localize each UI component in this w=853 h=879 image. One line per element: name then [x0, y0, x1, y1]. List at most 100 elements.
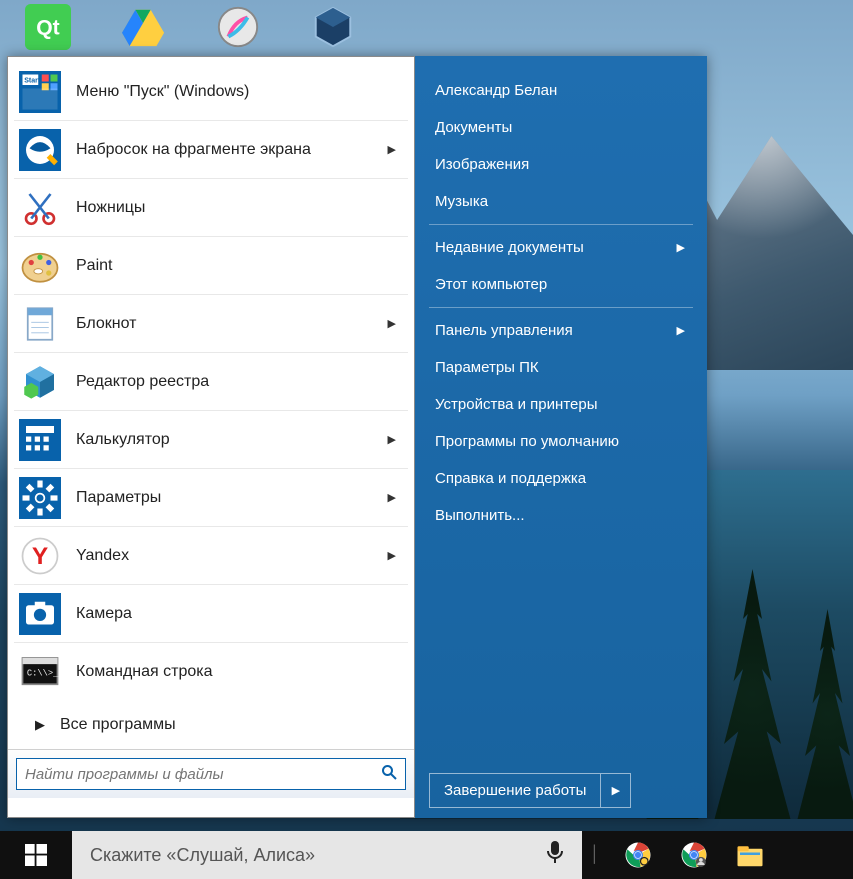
yandex-icon: Y [16, 532, 64, 580]
right-pane-item-label: Устройства и принтеры [435, 396, 597, 413]
svg-text:C:\\>_: C:\\>_ [27, 669, 59, 679]
taskbar-app-chrome[interactable] [618, 835, 658, 875]
sm-item-cmd[interactable]: C:\\>_ Командная строка [14, 643, 408, 701]
sm-item-yandex[interactable]: Y Yandex ▶ [14, 527, 408, 585]
desktop-icon-krita[interactable] [210, 0, 265, 50]
right-pane-item-label: Музыка [435, 193, 488, 210]
submenu-arrow-icon: ▶ [677, 324, 685, 337]
right-pane-item[interactable]: Программы по умолчанию [429, 423, 693, 460]
sm-item-notepad[interactable]: Блокнот ▶ [14, 295, 408, 353]
sm-item-regedit[interactable]: Редактор реестра [14, 353, 408, 411]
right-pane-item-label: Выполнить... [435, 507, 525, 524]
search-row [8, 749, 414, 798]
alice-placeholder: Скажите «Слушай, Алиса» [90, 845, 315, 866]
search-box[interactable] [16, 758, 406, 790]
alice-search-bar[interactable]: Скажите «Слушай, Алиса» [72, 831, 582, 879]
all-programs-label: Все программы [60, 716, 176, 734]
search-icon [381, 764, 397, 784]
right-pane-item[interactable]: Музыка [429, 183, 693, 220]
start-tile-icon: Start [16, 68, 64, 116]
right-pane-item-label: Панель управления [435, 322, 573, 339]
right-pane-item-label: Этот компьютер [435, 276, 547, 293]
right-pane-item-label: Справка и поддержка [435, 470, 586, 487]
sm-item-label: Командная строка [76, 663, 402, 681]
sm-item-label: Параметры [76, 489, 388, 507]
right-pane-item-label: Документы [435, 119, 512, 136]
sm-item-paint[interactable]: Paint [14, 237, 408, 295]
desktop-icons-row: Qt [0, 0, 853, 50]
submenu-arrow-icon: ▶ [388, 317, 396, 330]
right-pane-item-label: Изображения [435, 156, 529, 173]
right-pane-item[interactable]: Александр Белан [429, 72, 693, 109]
snip-sketch-icon [16, 126, 64, 174]
sm-item-label: Yandex [76, 547, 388, 565]
right-pane-item[interactable]: Недавние документы ▶ [429, 229, 693, 266]
sm-item-snipping-tool[interactable]: Ножницы [14, 179, 408, 237]
taskbar-app-explorer[interactable] [730, 835, 770, 875]
shutdown-label: Завершение работы [444, 782, 586, 799]
shutdown-button[interactable]: Завершение работы [429, 773, 601, 808]
start-menu-left-pane: Start Меню "Пуск" (Windows) Набросок на … [7, 56, 415, 818]
sm-item-label: Меню "Пуск" (Windows) [76, 83, 402, 101]
svg-text:Qt: Qt [36, 17, 59, 40]
right-pane-separator [429, 224, 693, 225]
shutdown-row: Завершение работы ▶ [429, 773, 693, 808]
scissors-icon [16, 184, 64, 232]
chevron-right-icon: ▶ [20, 717, 60, 733]
submenu-arrow-icon: ▶ [388, 549, 396, 562]
cmd-icon: C:\\>_ [16, 648, 64, 696]
right-pane-item[interactable]: Выполнить... [429, 497, 693, 534]
notepad-icon [16, 300, 64, 348]
regedit-icon [16, 358, 64, 406]
sm-item-windows-start-menu[interactable]: Start Меню "Пуск" (Windows) [14, 63, 408, 121]
start-button[interactable] [0, 831, 72, 879]
right-pane-item[interactable]: Этот компьютер [429, 266, 693, 303]
sm-item-settings[interactable]: Параметры ▶ [14, 469, 408, 527]
windows-logo-icon [25, 844, 47, 866]
microphone-icon[interactable] [546, 840, 564, 870]
taskbar-separator: │ [582, 831, 608, 879]
sm-item-label: Камера [76, 605, 402, 623]
right-pane-item[interactable]: Параметры ПК [429, 349, 693, 386]
sm-item-label: Блокнот [76, 315, 388, 333]
desktop-icon-qt[interactable]: Qt [20, 0, 75, 50]
search-input[interactable] [25, 766, 381, 783]
right-pane-item-label: Программы по умолчанию [435, 433, 619, 450]
submenu-arrow-icon: ▶ [388, 433, 396, 446]
sm-item-label: Калькулятор [76, 431, 388, 449]
svg-text:Y: Y [32, 542, 48, 569]
taskbar-app-chrome-profile[interactable] [674, 835, 714, 875]
right-pane-item-label: Александр Белан [435, 82, 557, 99]
right-pane-separator [429, 307, 693, 308]
sm-item-label: Набросок на фрагменте экрана [76, 141, 388, 159]
right-pane-item[interactable]: Панель управления ▶ [429, 312, 693, 349]
paint-icon [16, 242, 64, 290]
calculator-icon [16, 416, 64, 464]
right-pane-item-label: Параметры ПК [435, 359, 539, 376]
desktop-icon-virtualbox[interactable] [305, 0, 360, 50]
sm-item-label: Ножницы [76, 199, 402, 217]
right-pane-item[interactable]: Изображения [429, 146, 693, 183]
start-menu-right-pane: Александр Белан Документы Изображения Музык… [415, 56, 707, 818]
submenu-arrow-icon: ▶ [388, 143, 396, 156]
right-pane-item-label: Недавние документы [435, 239, 584, 256]
desktop-icon-google-drive[interactable] [115, 0, 170, 50]
right-pane-item[interactable]: Документы [429, 109, 693, 146]
taskbar-pinned-apps [608, 831, 780, 879]
right-pane-item[interactable]: Справка и поддержка [429, 460, 693, 497]
sm-item-snip-sketch[interactable]: Набросок на фрагменте экрана ▶ [14, 121, 408, 179]
sm-item-camera[interactable]: Камера [14, 585, 408, 643]
submenu-arrow-icon: ▶ [677, 241, 685, 254]
sm-item-label: Paint [76, 257, 402, 275]
all-programs-button[interactable]: ▶ Все программы [14, 701, 408, 749]
start-menu: Start Меню "Пуск" (Windows) Набросок на … [7, 56, 707, 818]
camera-icon [16, 590, 64, 638]
sm-item-calculator[interactable]: Калькулятор ▶ [14, 411, 408, 469]
settings-icon [16, 474, 64, 522]
sm-item-label: Редактор реестра [76, 373, 402, 391]
taskbar: Скажите «Слушай, Алиса» │ [0, 831, 853, 879]
svg-text:Start: Start [24, 77, 41, 84]
submenu-arrow-icon: ▶ [388, 491, 396, 504]
right-pane-item[interactable]: Устройства и принтеры [429, 386, 693, 423]
shutdown-options-button[interactable]: ▶ [601, 773, 631, 808]
